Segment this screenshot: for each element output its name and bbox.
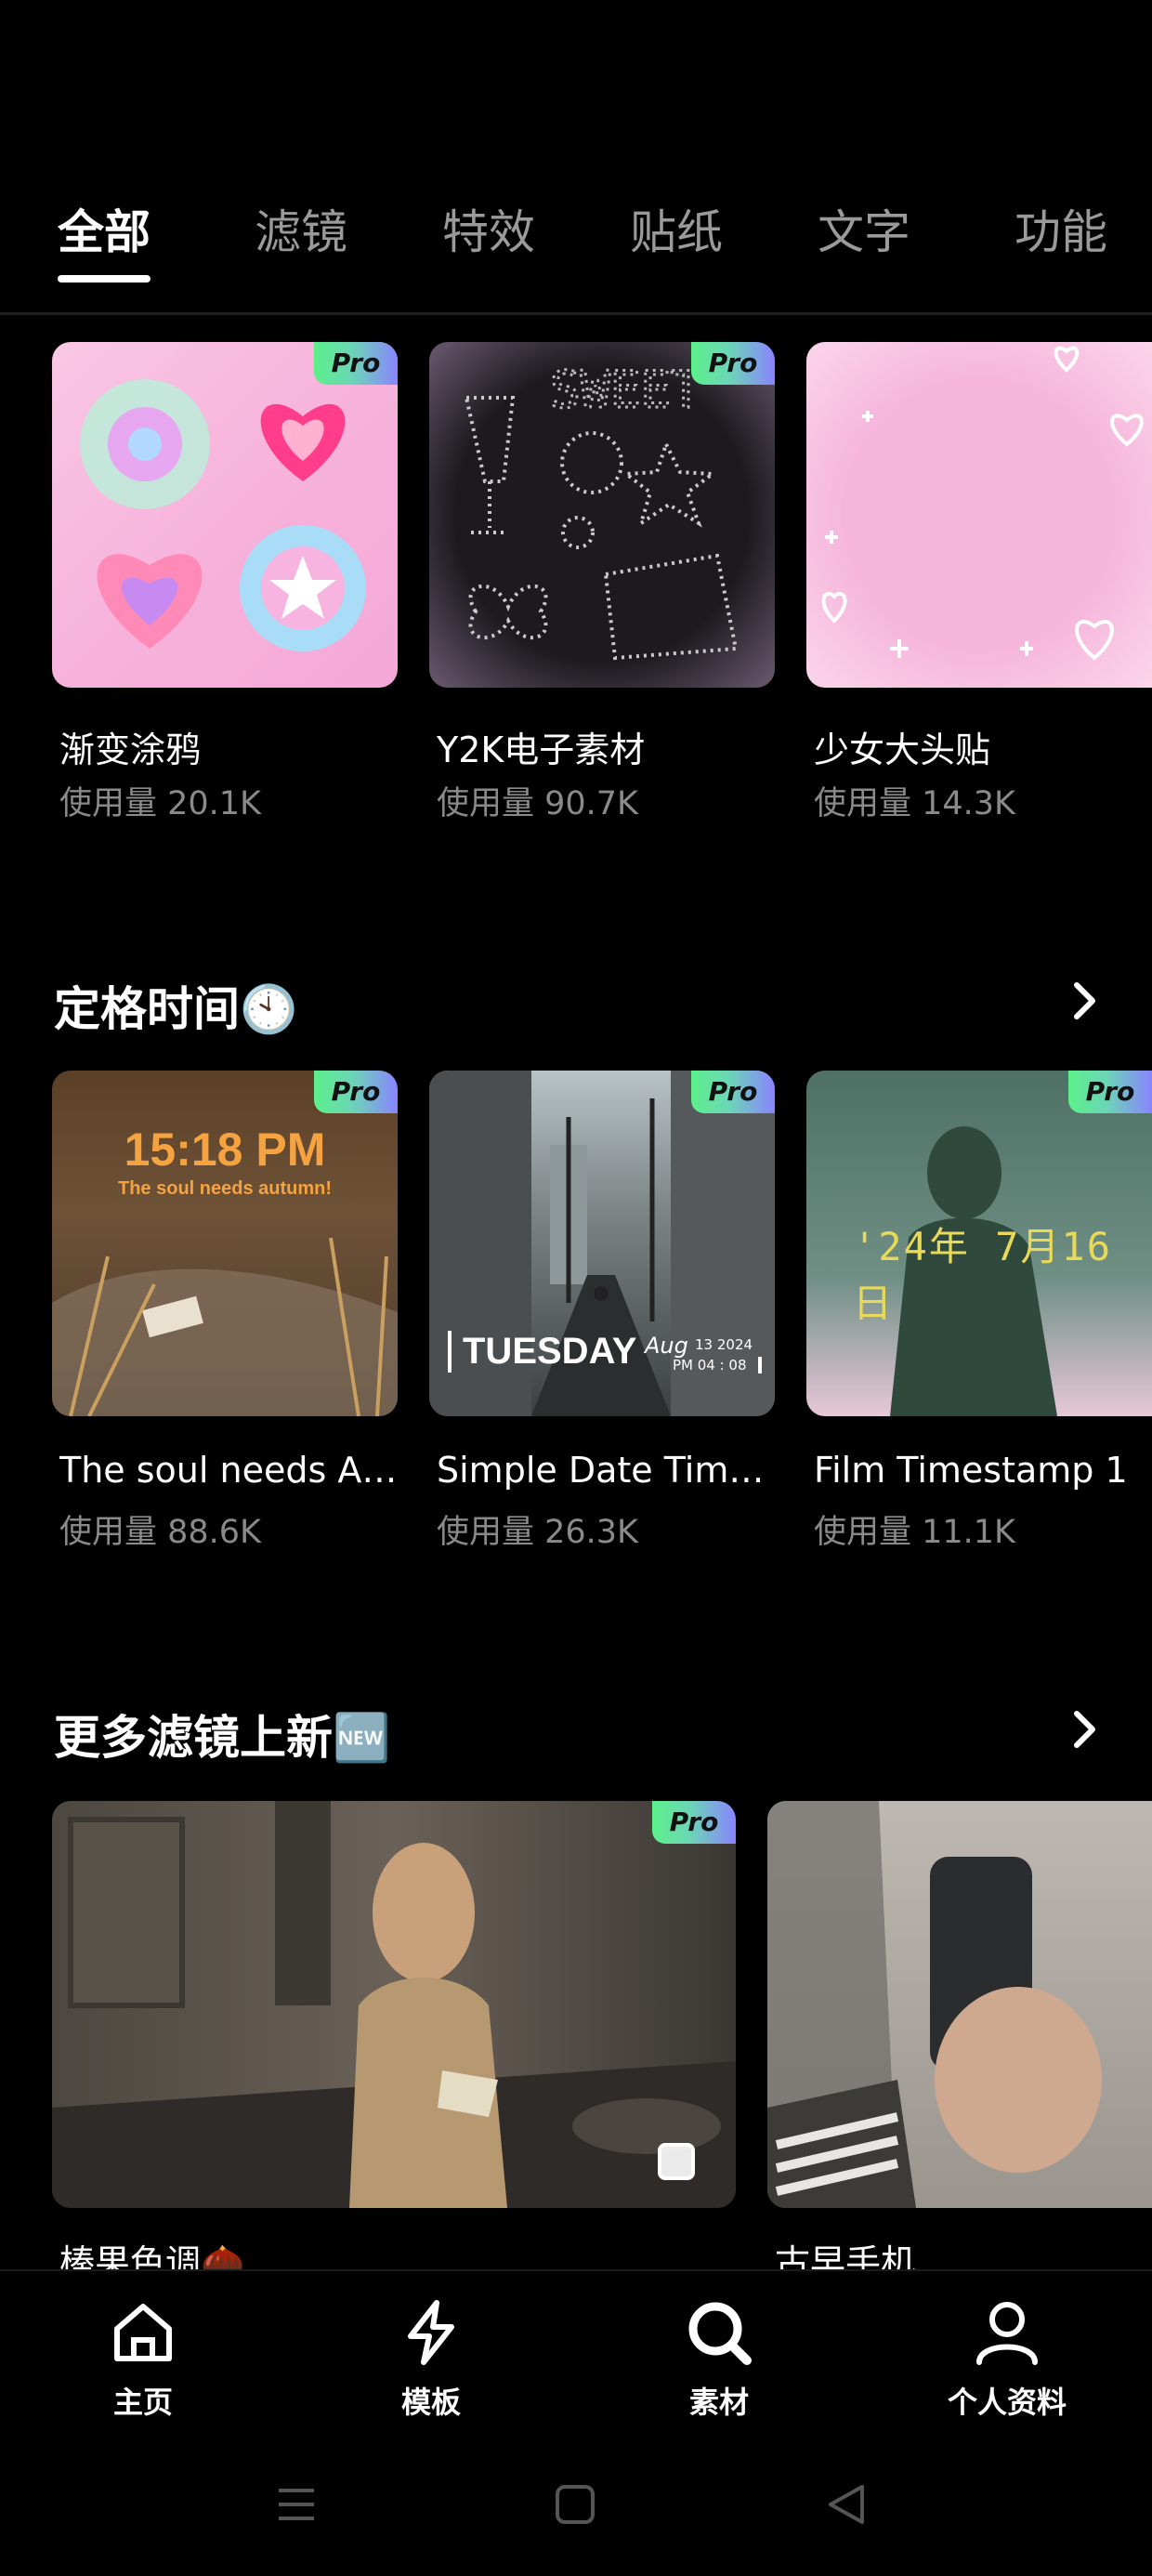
card-title: 少女大头贴 xyxy=(814,729,991,770)
section-title-new-filters: 更多滤镜上新🆕 xyxy=(54,1711,391,1765)
overlay-stamp-text: '24年 7月16日 xyxy=(853,1224,1113,1326)
thumbnail-y2k: SWEET Pro xyxy=(429,342,775,688)
card-title: Film Timestamp 1 xyxy=(814,1450,1128,1491)
card-title: 渐变涂鸦 xyxy=(59,729,202,770)
thumbnail-hazelnut: Pro xyxy=(52,1801,736,2208)
material-card-girl-photo-sticker[interactable]: 少女大头贴 使用量 14.3K xyxy=(806,342,1152,825)
search-icon xyxy=(688,2302,752,2365)
multi-image-icon xyxy=(658,2143,695,2180)
nav-templates[interactable]: 模板 xyxy=(338,2297,524,2422)
card-title: The soul needs Aut... xyxy=(59,1450,398,1491)
card-usage-count: 使用量 88.6K xyxy=(59,1514,262,1551)
bottom-navigation: 主页 模板 素材 个人资料 xyxy=(0,2269,1152,2437)
section-title-freeze-time: 定格时间🕙 xyxy=(54,982,298,1036)
filter-card-retro-phone[interactable]: 古早手机 xyxy=(767,1801,1152,2283)
lightning-icon xyxy=(408,2300,454,2365)
thumbnail-soul-autumn: 15:18 PM The soul needs autumn! Pro xyxy=(52,1071,398,1416)
card-usage-count: 使用量 90.7K xyxy=(437,785,639,822)
nav-materials[interactable]: 素材 xyxy=(626,2297,812,2422)
overlay-month-text: Aug xyxy=(645,1333,688,1359)
material-card-film-timestamp[interactable]: '24年 7月16日 Pro Film Timestamp 1 使用量 11.1… xyxy=(806,1071,1152,1554)
material-card-y2k[interactable]: SWEET Pro Y2K电子素材 使用量 90.7K xyxy=(429,342,775,825)
person-icon xyxy=(976,2302,1038,2365)
category-tabs: 全部 滤镜 特效 贴纸 文字 功能 xyxy=(0,186,1152,316)
svg-text:SWEET: SWEET xyxy=(550,361,701,419)
chevron-right-icon[interactable] xyxy=(1061,978,1107,1024)
filter-card-hazelnut[interactable]: Pro 榛果色调🌰 xyxy=(52,1801,736,2283)
home-square-icon[interactable] xyxy=(554,2483,596,2526)
nav-label-materials: 素材 xyxy=(688,2385,749,2420)
overlay-date-text: 13 2024 xyxy=(695,1336,753,1353)
system-navigation-bar xyxy=(0,2437,1152,2576)
tabs-divider xyxy=(0,312,1152,315)
tab-text[interactable]: 文字 xyxy=(818,195,910,262)
card-usage-count: 使用量 11.1K xyxy=(814,1514,1016,1551)
material-card-soul-autumn[interactable]: 15:18 PM The soul needs autumn! Pro The … xyxy=(52,1071,398,1554)
overlay-day-text: TUESDAY xyxy=(448,1331,636,1373)
thumbnail-simple-date: TUESDAY Aug 13 2024 PM 04 : 08 Pro xyxy=(429,1071,775,1416)
home-icon xyxy=(114,2304,172,2361)
nav-label-templates: 模板 xyxy=(400,2385,461,2420)
material-card-simple-date[interactable]: TUESDAY Aug 13 2024 PM 04 : 08 Pro Simpl… xyxy=(429,1071,775,1554)
active-tab-indicator xyxy=(58,275,151,283)
menu-icon[interactable] xyxy=(275,2483,318,2526)
pro-badge: Pro xyxy=(314,342,398,385)
thumbnail-gradient-doodle: Pro xyxy=(52,342,398,688)
nav-label-home: 主页 xyxy=(112,2385,173,2420)
pro-badge: Pro xyxy=(691,1071,775,1113)
pro-badge: Pro xyxy=(652,1801,736,1844)
pro-badge: Pro xyxy=(691,342,775,385)
nav-label-profile: 个人资料 xyxy=(947,2385,1067,2420)
pro-badge: Pro xyxy=(1068,1071,1152,1113)
card-usage-count: 使用量 20.1K xyxy=(59,785,262,822)
card-usage-count: 使用量 26.3K xyxy=(437,1514,639,1551)
tab-functions[interactable]: 功能 xyxy=(1015,195,1107,262)
tab-stickers[interactable]: 贴纸 xyxy=(630,195,723,262)
overlay-subtitle-text: The soul needs autumn! xyxy=(117,1178,333,1199)
tab-all[interactable]: 全部 xyxy=(58,195,151,262)
tab-effects[interactable]: 特效 xyxy=(442,195,535,262)
thumbnail-girl-photo-sticker xyxy=(806,342,1152,688)
chevron-right-icon[interactable] xyxy=(1061,1706,1107,1753)
nav-profile[interactable]: 个人资料 xyxy=(914,2297,1100,2422)
pro-badge: Pro xyxy=(314,1071,398,1113)
thumbnail-retro-phone xyxy=(767,1801,1152,2208)
card-title: Simple Date Times... xyxy=(437,1450,775,1491)
card-title: Y2K电子素材 xyxy=(437,729,646,770)
nav-home[interactable]: 主页 xyxy=(50,2297,236,2422)
material-card-gradient-doodle[interactable]: Pro 渐变涂鸦 使用量 20.1K xyxy=(52,342,398,825)
back-icon[interactable] xyxy=(825,2483,868,2526)
tab-filters[interactable]: 滤镜 xyxy=(255,195,347,262)
overlay-clock-text: PM 04 : 08 xyxy=(673,1357,762,1373)
card-usage-count: 使用量 14.3K xyxy=(814,785,1016,822)
overlay-time-text: 15:18 PM xyxy=(124,1124,326,1176)
thumbnail-film-timestamp: '24年 7月16日 Pro xyxy=(806,1071,1152,1416)
